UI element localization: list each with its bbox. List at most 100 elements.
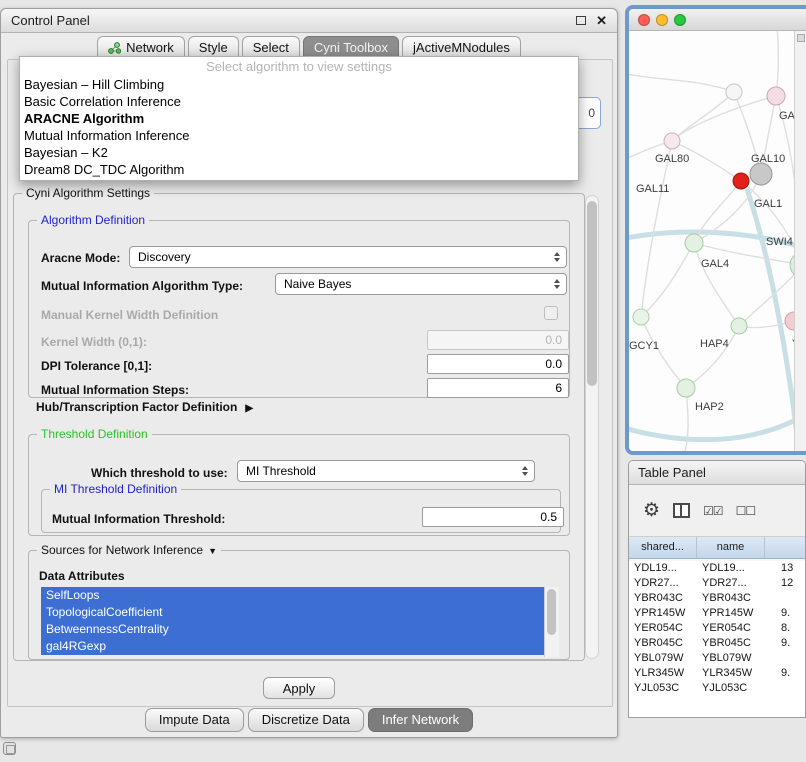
hub-definition-expander[interactable]: Hub/Transcription Factor Definition: [36, 400, 253, 414]
table-row[interactable]: YER054CYER054C8.: [629, 621, 805, 636]
dpi-tolerance-label: DPI Tolerance [0,1]:: [41, 359, 152, 373]
network-icon: [108, 42, 121, 54]
kernel-width-field[interactable]: 0.0: [427, 330, 569, 350]
table-cell: YDL19...: [697, 561, 765, 576]
mi-type-combo[interactable]: Naive Bayes: [275, 273, 567, 295]
network-canvas[interactable]: GAL8GAL80GAL10GAL11GAL1SWI4GAL4GCY1HAP4Y…: [629, 31, 806, 451]
table-row[interactable]: YDR27...YDR27...12: [629, 576, 805, 591]
sources-expander[interactable]: Sources for Network Inference: [37, 543, 221, 557]
table-row[interactable]: YPR145WYPR145W9.: [629, 606, 805, 621]
network-node[interactable]: [633, 309, 649, 325]
column-header-name[interactable]: name: [697, 537, 765, 558]
traffic-minimize-icon[interactable]: [656, 14, 668, 26]
combo-arrows-icon: [519, 461, 531, 481]
table-cell: YDL19...: [629, 561, 697, 576]
network-node[interactable]: [785, 312, 794, 330]
attribute-item[interactable]: TopologicalCoefficient: [41, 604, 544, 621]
tab-label: Network: [126, 40, 174, 55]
select-all-columns-icon[interactable]: ☑☑: [703, 504, 723, 518]
dpi-tolerance-field[interactable]: 0.0: [427, 354, 569, 374]
table-cell: YBR045C: [697, 636, 765, 651]
table-toolbar: ⚙ ☑☑ ☐☐: [629, 485, 805, 537]
threshold-definition-group: Threshold Definition Which threshold to …: [28, 434, 570, 536]
data-attributes-label: Data Attributes: [39, 569, 125, 583]
table-cell: 13: [765, 561, 805, 576]
apply-button[interactable]: Apply: [263, 677, 335, 699]
table-row[interactable]: YBR043CYBR043C: [629, 591, 805, 606]
network-node[interactable]: [685, 234, 703, 252]
tab-impute-data[interactable]: Impute Data: [145, 708, 244, 732]
algorithm-option[interactable]: Dream8 DC_TDC Algorithm: [20, 161, 578, 178]
network-node[interactable]: [767, 87, 785, 105]
network-edge: [694, 243, 739, 326]
which-threshold-combo[interactable]: MI Threshold: [237, 460, 535, 482]
mi-threshold-field[interactable]: 0.5: [422, 507, 564, 527]
attribute-item[interactable]: BetweennessCentrality: [41, 621, 544, 638]
table-cell: YPR145W: [697, 606, 765, 621]
algorithm-option-list: Bayesian – Hill ClimbingBasic Correlatio…: [20, 76, 578, 178]
node-label: SWI4: [766, 236, 793, 248]
settings-scrollbar[interactable]: [585, 195, 599, 659]
close-window-icon[interactable]: ✕: [596, 16, 607, 26]
tab-infer-network[interactable]: Infer Network: [368, 708, 473, 732]
deselect-all-columns-icon[interactable]: ☐☐: [736, 504, 756, 518]
traffic-zoom-icon[interactable]: [674, 14, 686, 26]
algorithm-option[interactable]: Mutual Information Inference: [20, 127, 578, 144]
network-window-titlebar[interactable]: [629, 9, 806, 31]
node-label: GAL4: [701, 258, 729, 270]
table-cell: [765, 681, 805, 696]
network-node[interactable]: [733, 173, 749, 189]
network-scrollbar[interactable]: [794, 31, 806, 451]
collapse-arrow-icon: [203, 543, 217, 557]
network-node[interactable]: [664, 133, 680, 149]
scrollbar-thumb[interactable]: [587, 201, 597, 386]
data-attribute-list[interactable]: SelfLoopsTopologicalCoefficientBetweenne…: [41, 587, 559, 657]
table-row[interactable]: YBR045CYBR045C9.: [629, 636, 805, 651]
column-header-extra[interactable]: [765, 537, 805, 558]
cytopanel-dock-icon[interactable]: [3, 742, 16, 755]
table-cell: YLR345W: [629, 666, 697, 681]
combo-value: Naive Bayes: [284, 277, 351, 291]
table-row[interactable]: YBL079WYBL079W: [629, 651, 805, 666]
aracne-mode-combo[interactable]: Discovery: [129, 246, 567, 268]
algorithm-option[interactable]: Bayesian – Hill Climbing: [20, 76, 578, 93]
traffic-close-icon[interactable]: [638, 14, 650, 26]
cyni-algorithm-settings-group: Cyni Algorithm Settings Algorithm Defini…: [13, 193, 585, 661]
network-node[interactable]: [677, 379, 695, 397]
network-node[interactable]: [731, 318, 747, 334]
expand-arrow-icon: [245, 400, 253, 414]
node-label: GAL11: [636, 183, 669, 195]
manual-kernel-checkbox[interactable]: [544, 306, 558, 320]
node-label: GAL80: [655, 153, 689, 165]
table-settings-gear-icon[interactable]: ⚙: [643, 501, 660, 520]
table-cell: YLR345W: [697, 666, 765, 681]
control-panel-titlebar[interactable]: Control Panel ✕: [1, 9, 617, 33]
manual-kernel-label: Manual Kernel Width Definition: [41, 308, 218, 322]
scroll-arrow-icon[interactable]: [797, 34, 805, 42]
network-node[interactable]: [750, 163, 772, 185]
algorithm-definition-group: Algorithm Definition Aracne Mode: Discov…: [28, 220, 570, 398]
float-window-icon[interactable]: [576, 16, 586, 25]
node-label: GCY1: [629, 340, 659, 352]
algorithm-option[interactable]: Bayesian – K2: [20, 144, 578, 161]
node-label: HAP2: [695, 401, 724, 413]
column-header-shared-name[interactable]: shared...: [629, 537, 697, 558]
mi-steps-field[interactable]: 6: [427, 378, 569, 398]
table-row[interactable]: YJL053CYJL053C: [629, 681, 805, 696]
attribute-item[interactable]: gal4RGexp: [41, 638, 544, 655]
node-label: HAP4: [700, 338, 729, 350]
network-node[interactable]: [726, 84, 742, 100]
table-cell: 8.: [765, 621, 805, 636]
table-panel-titlebar[interactable]: Table Panel: [629, 461, 805, 485]
table-row[interactable]: YLR345WYLR345W9.: [629, 666, 805, 681]
algorithm-option[interactable]: ARACNE Algorithm: [20, 110, 578, 127]
table-body: YDL19...YDL19...13YDR27...YDR27...12YBR0…: [629, 561, 805, 717]
table-row[interactable]: YDL19...YDL19...13: [629, 561, 805, 576]
sources-group: Sources for Network Inference Data Attri…: [28, 550, 570, 660]
show-columns-icon[interactable]: [673, 503, 690, 518]
attribute-item[interactable]: SelfLoops: [41, 587, 544, 604]
algorithm-option[interactable]: Basic Correlation Inference: [20, 93, 578, 110]
tab-label: Select: [253, 40, 289, 55]
attribute-list-scrollbar[interactable]: [544, 587, 559, 657]
tab-discretize-data[interactable]: Discretize Data: [248, 708, 364, 732]
